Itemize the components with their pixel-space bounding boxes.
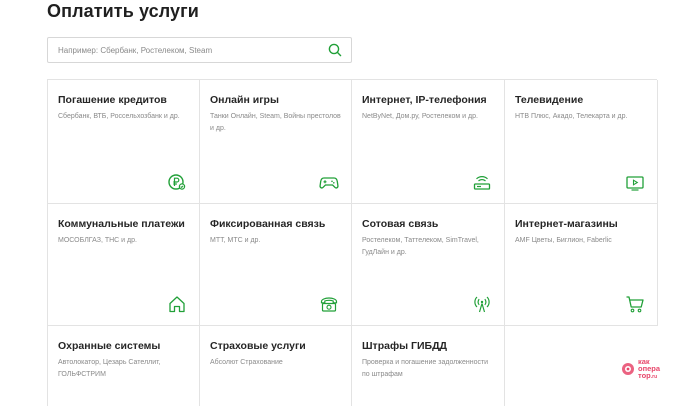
tile-desc: AMF Цветы, Биглион, Faberlic: [515, 237, 612, 244]
watermark-suffix: .ru: [650, 374, 658, 380]
tile-title: Охранные системы: [58, 340, 161, 352]
search-input[interactable]: [48, 38, 328, 62]
gamepad-icon: [319, 172, 339, 192]
tile-utilities[interactable]: Коммунальные платежи МОСОБЛГАЗ, ТНС и др…: [48, 204, 200, 326]
watermark: как опера тор.ru: [621, 358, 681, 382]
tile-title: Сотовая связь: [362, 218, 439, 230]
services-grid: Погашение кредитов Сбербанк, ВТБ, Россел…: [47, 79, 658, 406]
search-box[interactable]: [47, 37, 352, 63]
tile-landline[interactable]: Фиксированная связь МТТ, МТС и др.: [200, 204, 352, 326]
tile-loans[interactable]: Погашение кредитов Сбербанк, ВТБ, Россел…: [48, 80, 200, 204]
tile-desc: Сбербанк, ВТБ, Россельхозбанк и др.: [58, 113, 180, 120]
tile-desc: NetByNet, Дом.ру, Ростелеком и др.: [362, 113, 478, 120]
tile-online-shops[interactable]: Интернет-магазины AMF Цветы, Биглион, Fa…: [505, 204, 658, 326]
tile-desc: НТВ Плюс, Акадо, Телекарта и др.: [515, 113, 628, 120]
tile-security-systems[interactable]: Охранные системы Автолокатор, Цезарь Сат…: [48, 326, 200, 406]
shopping-cart-icon: [625, 294, 645, 314]
tile-title: Онлайн игры: [210, 94, 279, 106]
tile-insurance[interactable]: Страховые услуги Абсолют Страхование: [200, 326, 352, 406]
router-icon: [472, 172, 492, 192]
tile-desc: МТТ, МТС и др.: [210, 237, 261, 244]
tile-desc: Абсолют Страхование: [210, 359, 283, 366]
tile-desc: Танки Онлайн, Steam, Войны престолов и д…: [210, 113, 341, 132]
page-title: Оплатить услуги: [47, 1, 199, 21]
tile-title: Страховые услуги: [210, 340, 306, 352]
tile-title: Погашение кредитов: [58, 94, 167, 106]
tile-title: Интернет, IP-телефония: [362, 94, 487, 106]
cell-tower-icon: [472, 294, 492, 314]
search-icon[interactable]: [328, 43, 342, 57]
watermark-line: тор.ru: [638, 372, 660, 381]
tile-mobile[interactable]: Сотовая связь Ростелеком, Таттелеком, Si…: [352, 204, 505, 326]
ruble-coin-icon: [167, 172, 187, 192]
tile-title: Фиксированная связь: [210, 218, 326, 230]
tile-desc: Ростелеком, Таттелеком, SimTravel, ГудЛа…: [362, 237, 479, 256]
watermark-logo-icon: [621, 362, 635, 376]
tile-traffic-fines[interactable]: Штрафы ГИБДД Проверка и погашение задолж…: [352, 326, 505, 406]
tile-television[interactable]: Телевидение НТВ Плюс, Акадо, Телекарта и…: [505, 80, 658, 204]
tile-desc: Проверка и погашение задолженности по шт…: [362, 359, 489, 378]
tile-internet[interactable]: Интернет, IP-телефония NetByNet, Дом.ру,…: [352, 80, 505, 204]
tv-icon: [625, 172, 645, 192]
tile-desc: Автолокатор, Цезарь Сателлит, ГОЛЬФСТРИМ: [58, 359, 161, 378]
tile-title: Телевидение: [515, 94, 584, 106]
watermark-text: как опера тор.ru: [638, 358, 660, 381]
house-icon: [167, 294, 187, 314]
watermark-line: тор: [638, 371, 651, 380]
tile-title: Коммунальные платежи: [58, 218, 185, 230]
landline-phone-icon: [319, 294, 339, 314]
tile-title: Интернет-магазины: [515, 218, 618, 230]
tile-title: Штрафы ГИБДД: [362, 340, 448, 352]
tile-desc: МОСОБЛГАЗ, ТНС и др.: [58, 237, 137, 244]
tile-online-games[interactable]: Онлайн игры Танки Онлайн, Steam, Войны п…: [200, 80, 352, 204]
